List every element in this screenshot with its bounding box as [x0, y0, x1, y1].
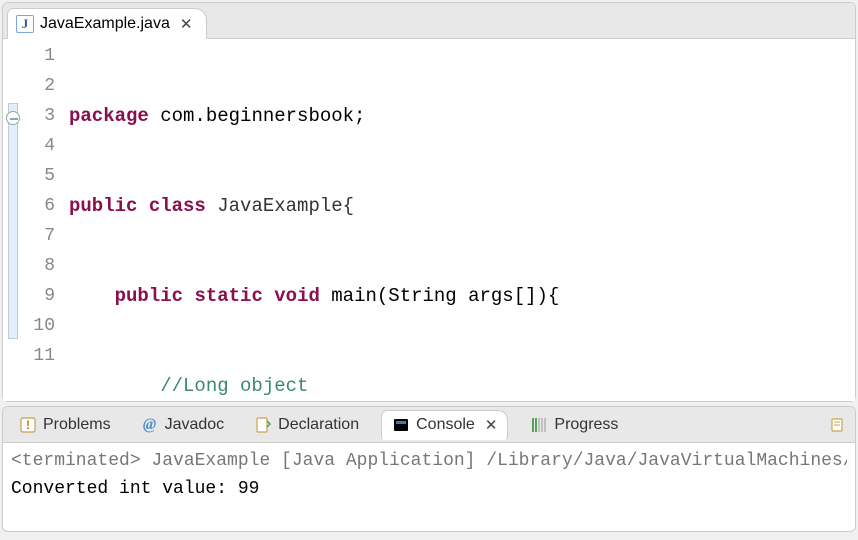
console-icon — [392, 416, 410, 434]
javadoc-icon: @ — [141, 416, 159, 434]
console-output: Converted int value: 99 — [11, 475, 847, 503]
tab-label: Declaration — [278, 416, 359, 434]
progress-icon — [530, 416, 548, 434]
tab-label: Console — [416, 416, 475, 434]
close-icon[interactable]: ✕ — [481, 416, 498, 434]
tab-console[interactable]: Console ✕ — [381, 410, 508, 440]
tab-problems[interactable]: ! Problems — [11, 412, 119, 438]
line-gutter: 1 2 3 4 5 6 7 8 9 10 11 — [23, 39, 63, 401]
editor-tab-bar: J JavaExample.java ✕ — [3, 3, 855, 39]
java-file-icon: J — [16, 15, 34, 33]
console-body: <terminated> JavaExample [Java Applicati… — [3, 443, 855, 507]
tab-filename: JavaExample.java — [40, 15, 170, 33]
problems-icon: ! — [19, 416, 37, 434]
editor-pane: J JavaExample.java ✕ 1 2 3 4 5 6 7 8 — [2, 2, 856, 402]
close-icon[interactable]: ✕ — [176, 15, 193, 33]
tab-javadoc[interactable]: @ Javadoc — [133, 412, 233, 438]
tab-label: Progress — [554, 416, 618, 434]
tab-label: Javadoc — [165, 416, 225, 434]
fold-toggle-icon[interactable] — [6, 111, 20, 125]
tab-label: Problems — [43, 416, 111, 434]
declaration-icon — [254, 416, 272, 434]
code-area[interactable]: 1 2 3 4 5 6 7 8 9 10 11 package com.begi… — [3, 39, 855, 401]
bottom-pane: ! Problems @ Javadoc Declaration Console… — [2, 406, 856, 532]
toolbar-icon[interactable] — [829, 416, 847, 434]
tab-progress[interactable]: Progress — [522, 412, 626, 438]
fold-column — [3, 39, 23, 401]
svg-text:!: ! — [26, 418, 30, 432]
tab-declaration[interactable]: Declaration — [246, 412, 367, 438]
bottom-tab-bar: ! Problems @ Javadoc Declaration Console… — [3, 407, 855, 443]
code-lines[interactable]: package com.beginnersbook; public class … — [63, 39, 855, 401]
editor-tab[interactable]: J JavaExample.java ✕ — [7, 8, 207, 39]
console-status: <terminated> JavaExample [Java Applicati… — [11, 447, 847, 475]
